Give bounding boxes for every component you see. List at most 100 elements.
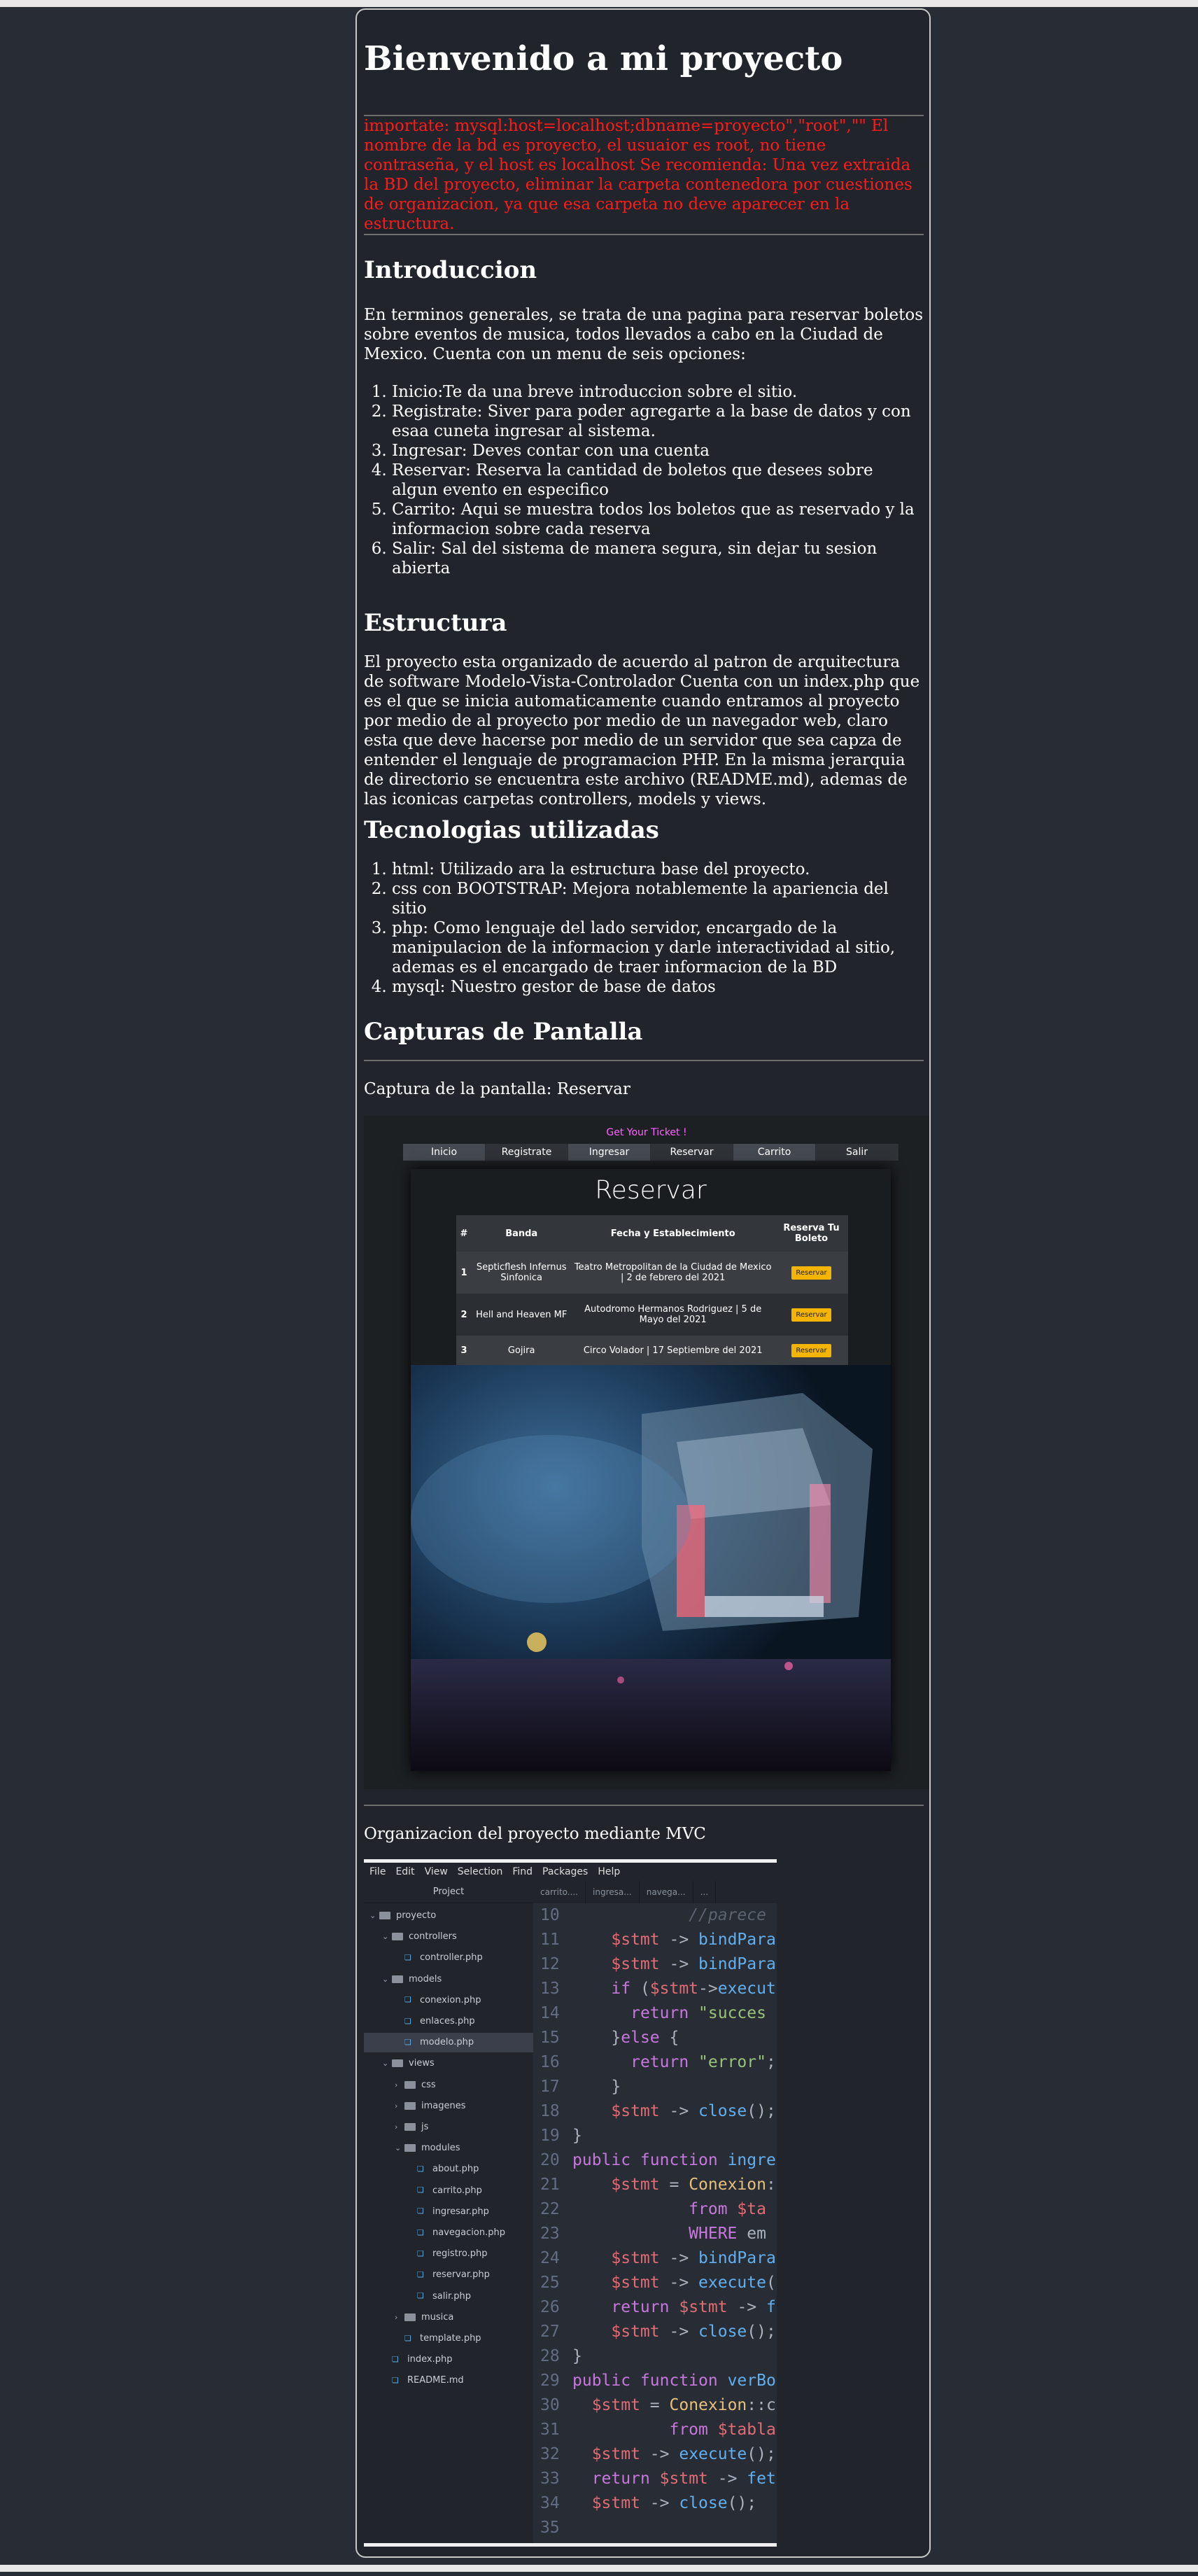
nav-carrito[interactable]: Carrito [733, 1144, 816, 1161]
reservar-button[interactable]: Reservar [791, 1308, 831, 1322]
chevron-down-icon: ⌄ [382, 2059, 389, 2068]
col-fecha: Fecha y Establecimiento [571, 1215, 775, 1252]
tree-file[interactable]: ❏ enlaces.php [364, 2012, 533, 2031]
menu-find[interactable]: Find [512, 1863, 533, 1881]
tree-file[interactable]: ❏ README.md [364, 2371, 533, 2390]
code-token: -> [640, 2494, 679, 2512]
tree-file[interactable]: ❏ conexion.php [364, 1991, 533, 2010]
code-line[interactable]: 11 $stmt -> bindPara [533, 1928, 777, 1952]
tree-file[interactable]: ❏ template.php [364, 2329, 533, 2348]
code-token: //parece [572, 1906, 766, 1924]
nav-salir[interactable]: Salir [816, 1144, 898, 1161]
nav-ingresar[interactable]: Ingresar [568, 1144, 651, 1161]
menu-view[interactable]: View [425, 1863, 448, 1881]
code-line[interactable]: 20 public function ingre [533, 2148, 777, 2173]
events-table: # Banda Fecha y Establecimiento Reserva … [456, 1215, 848, 1365]
estructura-heading: Estructura [364, 609, 507, 637]
code-line[interactable]: 32 $stmt -> execute(); [533, 2442, 777, 2467]
tab-more[interactable]: ... [693, 1881, 717, 1903]
code-line[interactable]: 31 from $tabla [533, 2418, 777, 2442]
code-line[interactable]: 33 return $stmt -> fet [533, 2467, 777, 2491]
code-token: verBo [727, 2372, 776, 2390]
code-token: -> [659, 2323, 699, 2341]
menu-packages[interactable]: Packages [542, 1863, 588, 1881]
menu-edit[interactable]: Edit [395, 1863, 414, 1881]
tree-file[interactable]: ❏ ingresar.php [364, 2202, 533, 2222]
code-token: (); [747, 2445, 776, 2463]
code-line[interactable]: 19} [533, 2124, 777, 2148]
code-line[interactable]: 29 public function verBo [533, 2369, 777, 2393]
code-token: $tabla [717, 2421, 776, 2439]
tree-item-label: registro.php [432, 2248, 488, 2260]
code-token: $stmt [649, 1980, 699, 1998]
tab-navegacion[interactable]: navega... [640, 1881, 693, 1903]
tree-folder[interactable]: ⌄ controllers [364, 1927, 533, 1947]
tree-folder[interactable]: ⌄ modules [364, 2138, 533, 2158]
code-line[interactable]: 35 [533, 2516, 777, 2540]
reservar-button[interactable]: Reservar [791, 1343, 831, 1357]
tree-file[interactable]: ❏ carrito.php [364, 2181, 533, 2201]
reservar-button[interactable]: Reservar [791, 1266, 831, 1280]
nav-registrate[interactable]: Registrate [486, 1144, 568, 1161]
tab-ingresar[interactable]: ingresa... [586, 1881, 640, 1903]
code-token: $stmt [611, 1931, 660, 1949]
tree-folder[interactable]: ⌄ views [364, 2054, 533, 2073]
code-line[interactable]: 21 $stmt = Conexion: [533, 2173, 777, 2197]
code-line[interactable]: 13 if ($stmt->executi [533, 1977, 777, 2001]
code-line[interactable]: 23 WHERE em [533, 2222, 777, 2246]
tree-item-label: salir.php [432, 2290, 471, 2302]
tree-file[interactable]: ❏ index.php [364, 2350, 533, 2370]
tree-folder[interactable]: › musica [364, 2308, 533, 2328]
tree-file[interactable]: ❏ navegacion.php [364, 2223, 533, 2243]
code-line[interactable]: 16 return "error"; [533, 2050, 777, 2075]
code-line[interactable]: 25 $stmt -> execute( [533, 2271, 777, 2295]
code-line[interactable]: 34 $stmt -> close(); [533, 2491, 777, 2516]
code-line[interactable]: 22 from $ta [533, 2197, 777, 2222]
menu-file[interactable]: File [369, 1863, 386, 1881]
tree-folder[interactable]: › js [364, 2118, 533, 2137]
nav-reservar[interactable]: Reservar [651, 1144, 733, 1161]
tree-file[interactable]: ❏ registro.php [364, 2244, 533, 2264]
nav-inicio[interactable]: Inicio [403, 1144, 486, 1161]
code-token: $stmt [611, 2102, 660, 2120]
tree-file[interactable]: ❏ reservar.php [364, 2265, 533, 2285]
file-icon: ❏ [417, 2164, 424, 2174]
col-reserva: Reserva Tu Boleto [774, 1215, 848, 1252]
code-line[interactable]: 10 //parece [533, 1903, 777, 1928]
code-line[interactable]: 26 return $stmt -> f [533, 2295, 777, 2320]
code-line[interactable]: 14 return "succes [533, 2001, 777, 2026]
tree-file[interactable]: ❏ controller.php [364, 1948, 533, 1968]
menu-selection[interactable]: Selection [458, 1863, 503, 1881]
tree-folder[interactable]: › imagenes [364, 2096, 533, 2116]
table-row: 1 Septicflesh Infernus Sinfonica Teatro … [456, 1252, 848, 1294]
code-token: bindPara [698, 1931, 776, 1949]
tree-folder[interactable]: › css [364, 2076, 533, 2095]
code-line[interactable]: 15 }else { [533, 2026, 777, 2050]
code-token: f [766, 2298, 776, 2316]
list-item: Inicio:Te da una breve introduccion sobr… [392, 382, 924, 402]
tree-file[interactable]: ❏ salir.php [364, 2287, 533, 2306]
code-line[interactable]: 30 $stmt = Conexion::c [533, 2393, 777, 2418]
code-line[interactable]: 12 $stmt -> bindPara [533, 1952, 777, 1977]
line-number: 26 [540, 2298, 560, 2316]
code-line[interactable]: 24 $stmt -> bindPara [533, 2246, 777, 2271]
row-num: 2 [456, 1294, 472, 1336]
tab-carrito[interactable]: carrito.... [533, 1881, 586, 1903]
menu-help[interactable]: Help [598, 1863, 620, 1881]
line-number: 18 [540, 2102, 560, 2120]
code-line[interactable]: 28} [533, 2344, 777, 2369]
code-line[interactable]: 27 $stmt -> close(); [533, 2320, 777, 2344]
code-line[interactable]: 18 $stmt -> close(); [533, 2099, 777, 2124]
code-token: $stmt [679, 2298, 728, 2316]
tree-folder[interactable]: ⌄ models [364, 1970, 533, 1989]
code-token: WHERE [689, 2225, 738, 2243]
tree-file[interactable]: ❏ about.php [364, 2160, 533, 2179]
code-line[interactable]: 17 } [533, 2075, 777, 2099]
tree-file[interactable]: ❏ modelo.php [364, 2033, 533, 2053]
tree-folder[interactable]: ⌄ proyecto [364, 1906, 533, 1926]
